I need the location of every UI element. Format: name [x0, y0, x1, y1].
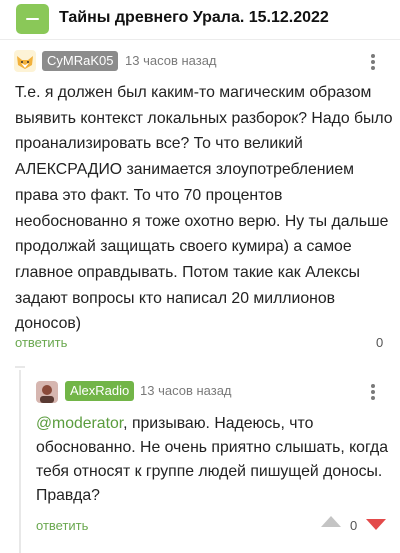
fox-avatar-icon[interactable]: [14, 50, 36, 72]
thread-branch[interactable]: [15, 366, 25, 368]
comment-time[interactable]: 13 часов назад: [140, 383, 232, 398]
more-vertical-icon[interactable]: [363, 52, 383, 72]
reply-button[interactable]: ответить: [15, 335, 67, 350]
comment-text: Т.е. я должен был каким-то магическим об…: [15, 84, 393, 333]
thread-line[interactable]: [19, 370, 21, 553]
post-title[interactable]: Тайны древнего Урала. 15.12.2022: [59, 9, 329, 27]
upvote-icon[interactable]: [321, 516, 341, 527]
post-header: Тайны древнего Урала. 15.12.2022: [0, 0, 400, 40]
author-name[interactable]: AlexRadio: [65, 381, 135, 401]
mention-link[interactable]: @moderator: [36, 415, 123, 432]
minus-icon[interactable]: [16, 4, 49, 34]
reply-button[interactable]: ответить: [36, 518, 88, 533]
comment-text: @moderator, призываю. Надеюсь, что обосн…: [36, 412, 392, 508]
author-name[interactable]: CyMRaK05: [42, 51, 119, 71]
comment-time[interactable]: 13 часов назад: [125, 53, 217, 68]
comment-rating: 0: [350, 518, 358, 533]
downvote-icon[interactable]: [366, 519, 386, 530]
comment-rating: 0: [376, 335, 384, 350]
user-avatar-icon[interactable]: [36, 381, 58, 403]
more-vertical-icon[interactable]: [363, 382, 383, 402]
